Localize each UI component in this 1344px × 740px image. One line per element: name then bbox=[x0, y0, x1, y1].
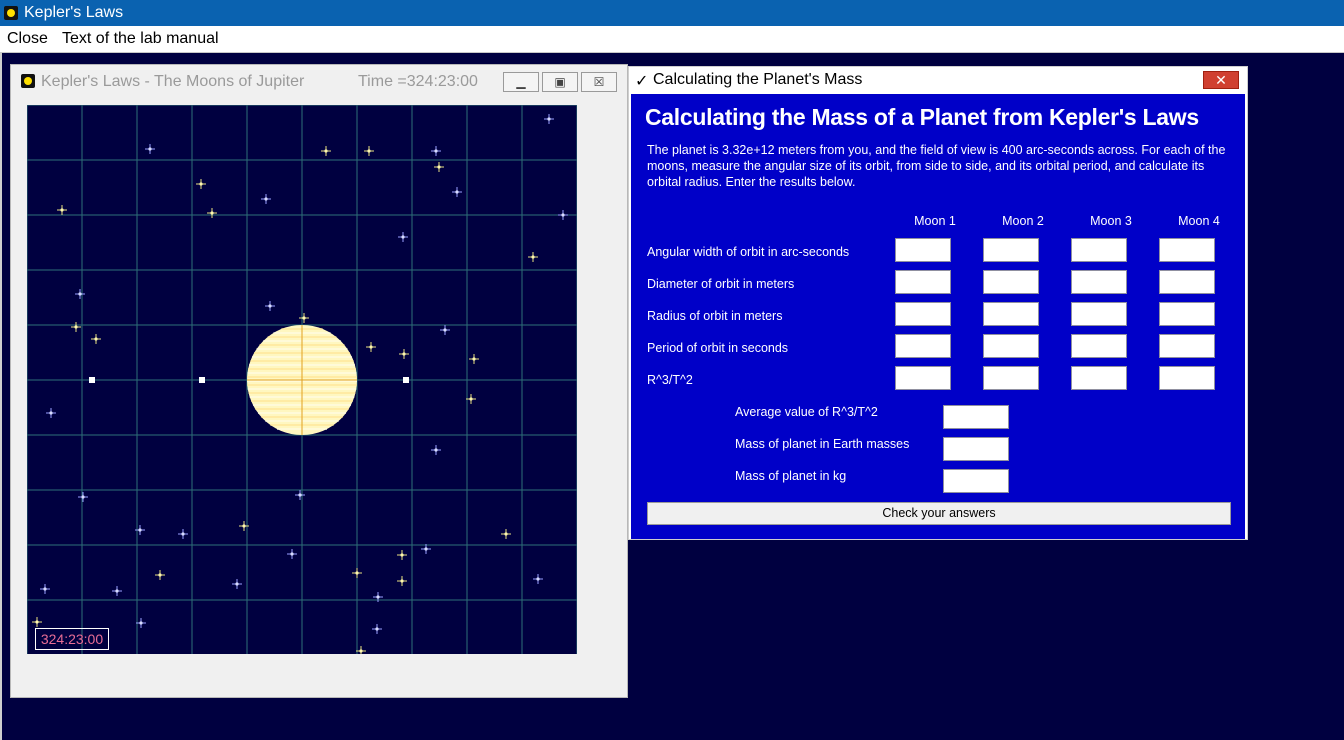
sim-window-icon bbox=[21, 74, 35, 88]
row-label-diameter: Diameter of orbit in meters bbox=[647, 277, 795, 291]
row-label-radius: Radius of orbit in meters bbox=[647, 309, 783, 323]
r3t2-moon-2-input[interactable] bbox=[983, 366, 1039, 390]
r3t2-moon-1-input[interactable] bbox=[895, 366, 951, 390]
close-calc-button[interactable]: ✕ bbox=[1203, 71, 1239, 89]
minimize-icon: ▁ bbox=[516, 75, 526, 89]
angular-width-moon-3-input[interactable] bbox=[1071, 238, 1127, 262]
checkmark-icon: ✓ bbox=[635, 73, 649, 90]
period-moon-3-input[interactable] bbox=[1071, 334, 1127, 358]
period-moon-2-input[interactable] bbox=[983, 334, 1039, 358]
sim-time-readout: 324:23:00 bbox=[35, 628, 109, 650]
diameter-moon-4-input[interactable] bbox=[1159, 270, 1215, 294]
app-titlebar: Kepler's Laws bbox=[0, 0, 1344, 26]
calc-titlebar: ✓ Calculating the Planet's Mass ✕ bbox=[629, 67, 1247, 93]
diameter-moon-1-input[interactable] bbox=[895, 270, 951, 294]
close-icon: ✕ bbox=[1215, 72, 1227, 88]
menubar: Close Text of the lab manual bbox=[0, 26, 1344, 53]
radius-moon-4-input[interactable] bbox=[1159, 302, 1215, 326]
col-moon-1: Moon 1 bbox=[914, 214, 956, 228]
period-moon-4-input[interactable] bbox=[1159, 334, 1215, 358]
r3t2-moon-3-input[interactable] bbox=[1071, 366, 1127, 390]
average-r3t2-input[interactable] bbox=[943, 405, 1009, 429]
sim-window-title: Kepler's Laws - The Moons of Jupiter bbox=[41, 73, 305, 90]
r3t2-moon-4-input[interactable] bbox=[1159, 366, 1215, 390]
label-mass-earth: Mass of planet in Earth masses bbox=[735, 437, 910, 451]
col-moon-4: Moon 4 bbox=[1178, 214, 1220, 228]
col-moon-3: Moon 3 bbox=[1090, 214, 1132, 228]
angular-width-moon-2-input[interactable] bbox=[983, 238, 1039, 262]
angular-width-moon-4-input[interactable] bbox=[1159, 238, 1215, 262]
calc-heading: Calculating the Mass of a Planet from Ke… bbox=[645, 104, 1199, 130]
sim-time-label: Time =324:23:00 bbox=[358, 73, 478, 90]
calc-instructions: The planet is 3.32e+12 meters from you, … bbox=[647, 143, 1226, 189]
mass-earth-input[interactable] bbox=[943, 437, 1009, 461]
jupiter-planet bbox=[247, 325, 357, 435]
row-label-angular-width: Angular width of orbit in arc-seconds bbox=[647, 245, 850, 259]
period-moon-1-input[interactable] bbox=[895, 334, 951, 358]
label-mass-kg: Mass of planet in kg bbox=[735, 469, 847, 483]
maximize-button[interactable]: ▣ bbox=[542, 72, 578, 92]
diameter-moon-3-input[interactable] bbox=[1071, 270, 1127, 294]
check-answers-button[interactable]: Check your answers bbox=[647, 502, 1231, 525]
moon-3 bbox=[403, 377, 409, 383]
row-label-r3t2: R^3/T^2 bbox=[647, 373, 693, 387]
menu-close[interactable]: Close bbox=[7, 26, 48, 52]
label-average-r3t2: Average value of R^3/T^2 bbox=[735, 405, 878, 419]
radius-moon-1-input[interactable] bbox=[895, 302, 951, 326]
col-moon-2: Moon 2 bbox=[1002, 214, 1044, 228]
sim-titlebar: Kepler's Laws - The Moons of Jupiter Tim… bbox=[11, 65, 627, 99]
mass-kg-input[interactable] bbox=[943, 469, 1009, 493]
diameter-moon-2-input[interactable] bbox=[983, 270, 1039, 294]
sim-window: Kepler's Laws - The Moons of Jupiter Tim… bbox=[10, 64, 628, 698]
calc-window: ✓ Calculating the Planet's Mass ✕ Calcul… bbox=[628, 66, 1248, 540]
radius-moon-2-input[interactable] bbox=[983, 302, 1039, 326]
angular-width-moon-1-input[interactable] bbox=[895, 238, 951, 262]
maximize-icon: ▣ bbox=[554, 75, 566, 89]
moon-2 bbox=[199, 377, 205, 383]
sky-plot[interactable]: 324:23:00 bbox=[27, 105, 577, 654]
menu-lab-manual[interactable]: Text of the lab manual bbox=[62, 26, 219, 52]
app-icon bbox=[4, 6, 18, 20]
desktop-edge bbox=[0, 53, 2, 740]
minimize-button[interactable]: ▁ bbox=[503, 72, 539, 92]
app-title: Kepler's Laws bbox=[24, 4, 124, 21]
radius-moon-3-input[interactable] bbox=[1071, 302, 1127, 326]
moon-1 bbox=[89, 377, 95, 383]
calc-window-title: Calculating the Planet's Mass bbox=[653, 71, 863, 88]
calc-panel: Calculating the Mass of a Planet from Ke… bbox=[631, 94, 1245, 539]
sky-canvas bbox=[27, 105, 577, 654]
row-label-period: Period of orbit in seconds bbox=[647, 341, 789, 355]
close-icon: ☒ bbox=[593, 75, 605, 89]
close-sim-button[interactable]: ☒ bbox=[581, 72, 617, 92]
